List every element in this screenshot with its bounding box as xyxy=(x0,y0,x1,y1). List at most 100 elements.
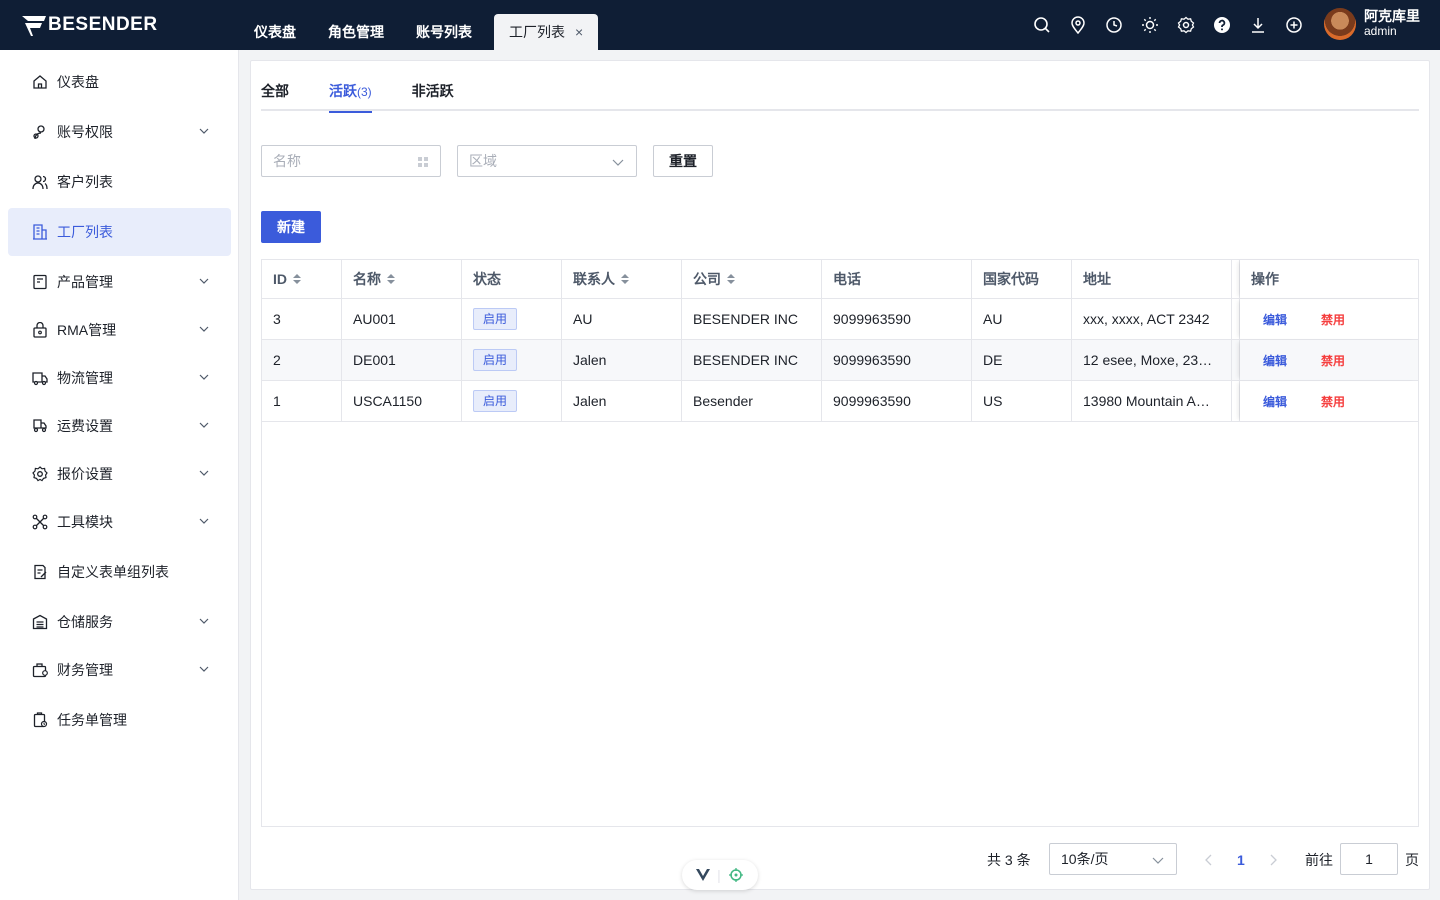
sidebar-item-product-management[interactable]: 产品管理 xyxy=(8,258,231,306)
sidebar-item-account-permissions[interactable]: 账号权限 xyxy=(8,108,231,156)
sidebar-item-finance-management[interactable]: 财务管理 xyxy=(8,646,231,694)
new-button[interactable]: 新建 xyxy=(261,211,321,243)
cell-status: 启用 xyxy=(462,340,562,380)
cell-contact: AU xyxy=(562,299,682,339)
sidebar-item-logistics-management[interactable]: 物流管理 xyxy=(8,354,231,402)
sort-icon[interactable] xyxy=(387,274,395,284)
tab-account-list[interactable]: 账号列表 xyxy=(400,14,488,50)
edit-link[interactable]: 编辑 xyxy=(1263,352,1287,369)
form-icon xyxy=(32,564,48,580)
sort-icon[interactable] xyxy=(621,274,629,284)
floating-widget[interactable]: | xyxy=(682,860,758,890)
chevron-down-icon xyxy=(199,374,209,380)
sidebar-item-task-management[interactable]: 任务单管理 xyxy=(8,696,231,744)
disable-link[interactable]: 禁用 xyxy=(1321,352,1345,369)
sort-icon[interactable] xyxy=(727,274,735,284)
status-badge: 启用 xyxy=(473,308,518,330)
sidebar-item-label: 工具模块 xyxy=(57,514,113,530)
sidebar-item-label: 物流管理 xyxy=(57,370,113,386)
top-bar: BESENDER 仪表盘 角色管理 账号列表 工厂列表 × 阿克库里 admin xyxy=(0,0,1440,50)
sidebar-item-rma-management[interactable]: RMA管理 xyxy=(8,306,231,354)
tab-label: 工厂列表 xyxy=(509,24,565,40)
product-icon xyxy=(32,274,48,290)
building-icon xyxy=(32,224,48,240)
cell-actions: 编辑 禁用 xyxy=(1240,340,1418,380)
reset-button[interactable]: 重置 xyxy=(653,145,713,177)
name-filter-input[interactable]: 名称 xyxy=(261,145,441,177)
table-header: ID 名称 状态 联系人 公司 电话 国家代码 地址 操作 xyxy=(262,260,1418,299)
page-size-select[interactable]: 10条/页 xyxy=(1049,843,1177,875)
clock-icon[interactable] xyxy=(1104,15,1124,35)
table-row: 1 USCA1150 启用 Jalen Besender 9099963590 … xyxy=(262,381,1418,422)
prev-page-button[interactable] xyxy=(1204,844,1214,876)
freight-icon xyxy=(32,418,48,434)
close-icon[interactable]: × xyxy=(575,14,583,50)
column-spacer xyxy=(1232,260,1240,298)
sidebar-item-label: 产品管理 xyxy=(57,274,113,290)
gear-icon[interactable] xyxy=(1176,15,1196,35)
pagination-total: 共 3 条 xyxy=(987,852,1031,868)
tab-role-management[interactable]: 角色管理 xyxy=(312,14,400,50)
sidebar-item-quote-settings[interactable]: 报价设置 xyxy=(8,450,231,498)
column-label: 公司 xyxy=(693,271,721,287)
sidebar-item-dashboard[interactable]: 仪表盘 xyxy=(8,58,231,106)
search-icon[interactable] xyxy=(1032,15,1052,35)
column-name[interactable]: 名称 xyxy=(342,260,462,298)
disable-link[interactable]: 禁用 xyxy=(1321,311,1345,328)
chevron-down-icon xyxy=(1152,857,1164,864)
plus-circle-icon[interactable] xyxy=(1284,15,1304,35)
cell-name: DE001 xyxy=(342,340,462,380)
column-address: 地址 xyxy=(1072,260,1232,298)
tab-dashboard[interactable]: 仪表盘 xyxy=(238,14,312,50)
column-status: 状态 xyxy=(462,260,562,298)
cell-actions: 编辑 禁用 xyxy=(1240,299,1418,339)
cell-status: 启用 xyxy=(462,299,562,339)
tab-all[interactable]: 全部 xyxy=(261,61,289,111)
page-number-current[interactable]: 1 xyxy=(1237,844,1245,876)
column-label: 操作 xyxy=(1251,271,1279,287)
cell-contact: Jalen xyxy=(562,381,682,421)
edit-link[interactable]: 编辑 xyxy=(1263,311,1287,328)
sidebar-item-factory-list[interactable]: 工厂列表 xyxy=(8,208,231,256)
download-icon[interactable] xyxy=(1248,15,1268,35)
sidebar-item-warehouse-services[interactable]: 仓储服务 xyxy=(8,598,231,646)
cell-actions: 编辑 禁用 xyxy=(1240,381,1418,421)
sort-icon[interactable] xyxy=(293,274,301,284)
cell-address: 13980 Mountain A… xyxy=(1072,381,1232,421)
chevron-down-icon xyxy=(199,422,209,428)
user-menu[interactable]: 阿克库里 admin xyxy=(1324,8,1420,40)
column-id[interactable]: ID xyxy=(262,260,342,298)
tab-factory-list[interactable]: 工厂列表 × xyxy=(494,14,599,50)
tab-label: 全部 xyxy=(261,83,289,99)
sidebar-item-freight-settings[interactable]: 运费设置 xyxy=(8,402,231,450)
cell-name: AU001 xyxy=(342,299,462,339)
cell-country-code: DE xyxy=(972,340,1072,380)
rma-icon xyxy=(32,322,48,338)
cell-address: 12 esee, Moxe, 23… xyxy=(1072,340,1232,380)
column-company[interactable]: 公司 xyxy=(682,260,822,298)
table-row: 2 DE001 启用 Jalen BESENDER INC 9099963590… xyxy=(262,340,1418,381)
sidebar-item-customer-list[interactable]: 客户列表 xyxy=(8,158,231,206)
tab-active[interactable]: 活跃(3) xyxy=(329,61,372,113)
address-text: xxx, xxxx, ACT 2342 xyxy=(1083,311,1210,327)
sun-icon[interactable] xyxy=(1140,15,1160,35)
brand-logo[interactable]: BESENDER xyxy=(22,12,158,38)
goto-page-input[interactable]: 1 xyxy=(1340,843,1398,875)
next-page-button[interactable] xyxy=(1268,844,1278,876)
chevron-down-icon xyxy=(199,666,209,672)
column-contact[interactable]: 联系人 xyxy=(562,260,682,298)
column-phone: 电话 xyxy=(822,260,972,298)
cell-company: BESENDER INC xyxy=(682,340,822,380)
sidebar-item-tools-module[interactable]: 工具模块 xyxy=(8,498,231,546)
location-icon[interactable] xyxy=(1068,15,1088,35)
chevron-down-icon xyxy=(199,128,209,134)
sidebar-item-label: 仪表盘 xyxy=(57,74,99,90)
sidebar-item-label: 账号权限 xyxy=(57,124,113,140)
edit-link[interactable]: 编辑 xyxy=(1263,393,1287,410)
sidebar-item-label: 任务单管理 xyxy=(57,712,127,728)
region-select[interactable]: 区域 xyxy=(457,145,637,177)
sidebar-item-custom-form-groups[interactable]: 自定义表单组列表 xyxy=(8,548,231,596)
tab-inactive[interactable]: 非活跃 xyxy=(412,61,454,111)
disable-link[interactable]: 禁用 xyxy=(1321,393,1345,410)
help-icon[interactable] xyxy=(1212,15,1232,35)
